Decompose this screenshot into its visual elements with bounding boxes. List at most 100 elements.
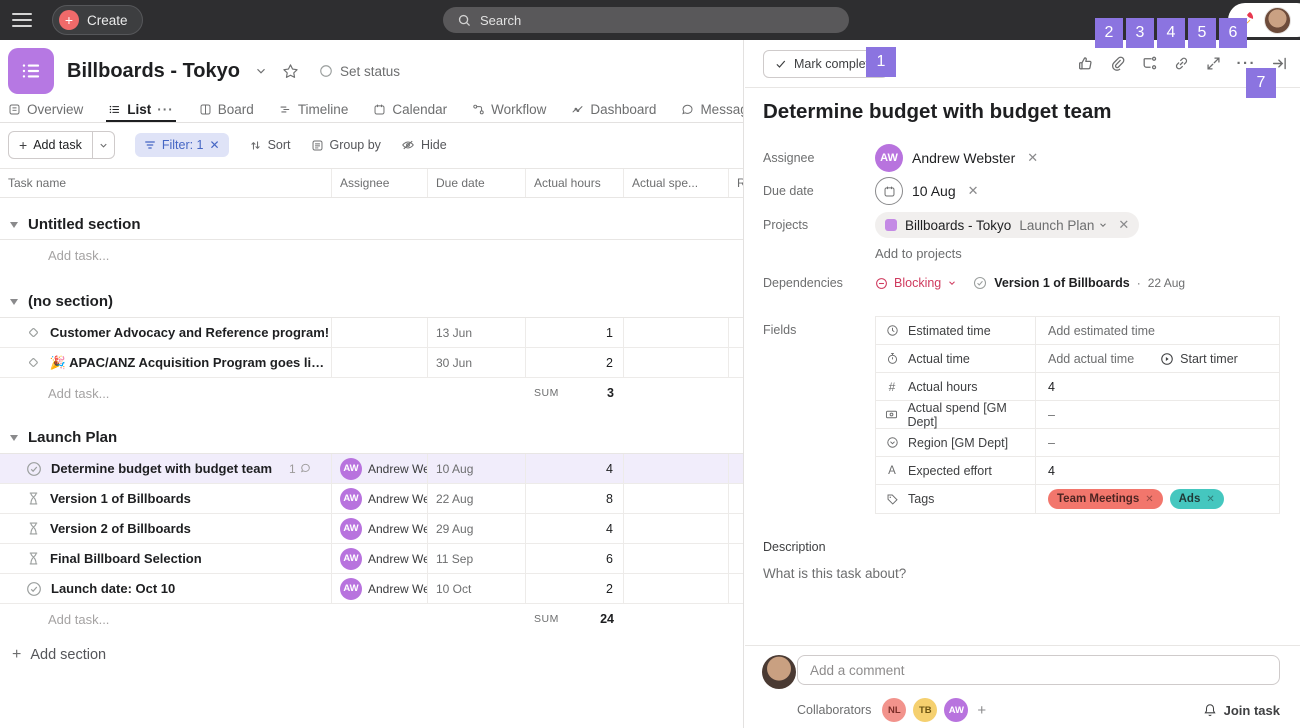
join-task-button[interactable]: Join task: [1203, 703, 1280, 718]
hourglass-icon[interactable]: [26, 491, 41, 506]
field-row-estimated-time[interactable]: Estimated time Add estimated time: [876, 317, 1279, 345]
chevron-down-icon[interactable]: [254, 64, 268, 78]
task-row[interactable]: Final Billboard Selection AWAndrew We...…: [0, 544, 744, 574]
field-row-tags[interactable]: Tags Team Meetings✕ Ads✕: [876, 485, 1279, 513]
search-bar[interactable]: Search: [443, 7, 849, 33]
approval-icon[interactable]: [26, 325, 41, 340]
task-row[interactable]: Version 2 of Billboards AWAndrew We... 2…: [0, 514, 744, 544]
attachment-icon[interactable]: [1109, 55, 1126, 72]
tab-board[interactable]: Board: [199, 97, 254, 122]
remove-assignee-icon[interactable]: ✕: [1027, 150, 1038, 166]
sort-button[interactable]: Sort: [249, 138, 291, 152]
hide-button[interactable]: Hide: [401, 138, 447, 152]
column-region[interactable]: Reg: [729, 169, 744, 197]
star-icon[interactable]: [282, 63, 299, 80]
bell-icon: [1203, 703, 1217, 717]
section-collapse-icon[interactable]: [10, 299, 18, 305]
section-header-untitled[interactable]: Untitled section: [0, 210, 744, 240]
project-section-select[interactable]: Launch Plan: [1019, 218, 1108, 233]
add-collaborator-icon[interactable]: +: [977, 702, 986, 719]
collaborator-avatar[interactable]: AW: [944, 698, 968, 722]
dependency-task-link[interactable]: Version 1 of Billboards · 22 Aug: [973, 276, 1185, 290]
field-row-actual-spend[interactable]: Actual spend [GM Dept] –: [876, 401, 1279, 429]
collaborator-avatar[interactable]: TB: [913, 698, 937, 722]
task-title[interactable]: Determine budget with budget team: [763, 100, 1280, 124]
task-row[interactable]: Customer Advocacy and Reference program!…: [0, 318, 744, 348]
add-task-placeholder[interactable]: Add task...: [0, 240, 744, 270]
create-button[interactable]: + Create: [52, 5, 143, 35]
tab-messages[interactable]: Messages: [681, 97, 744, 122]
assignee-name[interactable]: Andrew Webster: [912, 150, 1015, 166]
clock-icon: [885, 324, 899, 337]
plus-icon: +: [19, 137, 27, 153]
remove-tag-icon[interactable]: ✕: [1145, 494, 1153, 505]
section-collapse-icon[interactable]: [10, 435, 18, 441]
field-row-actual-time[interactable]: Actual time Add actual time Start timer: [876, 345, 1279, 373]
column-assignee[interactable]: Assignee: [332, 169, 428, 197]
project-pill[interactable]: Billboards - Tokyo Launch Plan ✕: [875, 212, 1139, 238]
clear-filter-icon[interactable]: ✕: [210, 138, 220, 152]
due-date-value[interactable]: 10 Aug: [912, 183, 956, 199]
tab-overview[interactable]: Overview: [8, 97, 83, 122]
section-header-launch-plan[interactable]: Launch Plan: [0, 422, 744, 454]
remove-due-date-icon[interactable]: ✕: [968, 183, 979, 199]
tab-timeline[interactable]: Timeline: [279, 97, 349, 122]
approval-icon[interactable]: [26, 355, 41, 370]
set-status-button[interactable]: Set status: [319, 64, 400, 79]
check-circle-icon: [973, 276, 987, 290]
tab-dashboard[interactable]: Dashboard: [571, 97, 656, 122]
project-list-icon[interactable]: [8, 48, 54, 94]
field-row-actual-hours[interactable]: #Actual hours 4: [876, 373, 1279, 401]
sum-value: 24: [600, 612, 614, 626]
add-task-placeholder[interactable]: Add task...: [0, 378, 332, 408]
collaborator-avatar[interactable]: NL: [882, 698, 906, 722]
section-collapse-icon[interactable]: [10, 222, 18, 228]
task-row[interactable]: Version 1 of Billboards AWAndrew We... 2…: [0, 484, 744, 514]
task-row[interactable]: 🎉 APAC/ANZ Acquisition Program goes live…: [0, 348, 744, 378]
tab-workflow[interactable]: Workflow: [472, 97, 546, 122]
filter-chip[interactable]: Filter: 1 ✕: [135, 133, 229, 157]
fullscreen-icon[interactable]: [1205, 55, 1222, 72]
tab-calendar[interactable]: Calendar: [373, 97, 447, 122]
section-header-no-section[interactable]: (no section): [0, 286, 744, 318]
remove-tag-icon[interactable]: ✕: [1206, 494, 1214, 505]
more-options-icon[interactable]: ···: [1237, 59, 1257, 69]
task-row[interactable]: Launch date: Oct 10 AWAndrew We... 10 Oc…: [0, 574, 744, 604]
field-row-expected-effort[interactable]: AExpected effort 4: [876, 457, 1279, 485]
hourglass-icon[interactable]: [26, 521, 41, 536]
column-actual-hours[interactable]: Actual hours: [526, 169, 624, 197]
add-task-placeholder[interactable]: Add task...: [0, 604, 332, 634]
check-circle-icon[interactable]: [26, 461, 42, 477]
project-name[interactable]: Billboards - Tokyo: [905, 218, 1011, 233]
dependency-type-select[interactable]: Blocking: [875, 276, 957, 290]
calendar-icon[interactable]: [875, 177, 903, 205]
profile-avatar[interactable]: [1264, 7, 1291, 34]
copy-link-icon[interactable]: [1173, 55, 1190, 72]
task-row-selected[interactable]: Determine budget with budget team 1 AWAn…: [0, 454, 744, 484]
description-input[interactable]: What is this task about?: [763, 566, 906, 581]
comment-input[interactable]: [797, 655, 1280, 685]
add-task-dropdown[interactable]: [92, 132, 114, 158]
banknote-icon: [885, 408, 898, 421]
add-to-projects-link[interactable]: Add to projects: [875, 246, 962, 261]
remove-project-icon[interactable]: ✕: [1118, 217, 1129, 233]
start-timer-button[interactable]: Start timer: [1160, 352, 1238, 366]
column-task-name[interactable]: Task name: [0, 169, 332, 197]
assignee-avatar[interactable]: AW: [875, 144, 903, 172]
subtasks-icon[interactable]: [1141, 55, 1158, 72]
add-section-button[interactable]: + Add section: [0, 642, 744, 668]
tag-ads[interactable]: Ads✕: [1170, 489, 1224, 509]
tag-team-meetings[interactable]: Team Meetings✕: [1048, 489, 1163, 509]
tab-list[interactable]: List ···: [108, 97, 174, 122]
column-actual-spend[interactable]: Actual spe...: [624, 169, 729, 197]
column-due-date[interactable]: Due date: [428, 169, 526, 197]
add-task-button[interactable]: +Add task: [8, 131, 115, 159]
like-icon[interactable]: [1077, 55, 1094, 72]
group-by-button[interactable]: Group by: [311, 138, 381, 152]
list-tab-options-icon[interactable]: ···: [157, 102, 174, 117]
hourglass-icon[interactable]: [26, 551, 41, 566]
comment-count: 1: [289, 462, 311, 476]
field-row-region[interactable]: Region [GM Dept] –: [876, 429, 1279, 457]
hamburger-menu-icon[interactable]: [12, 13, 32, 27]
check-circle-icon[interactable]: [26, 581, 42, 597]
